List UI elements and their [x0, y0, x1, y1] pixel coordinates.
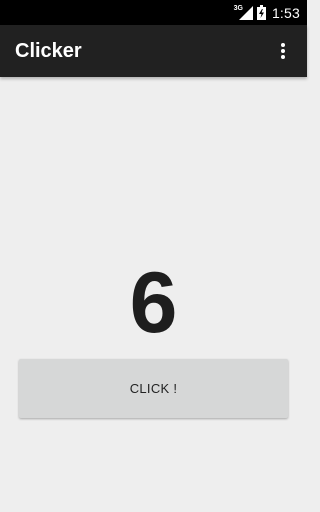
- click-counter: 6: [129, 255, 178, 351]
- clock: 1:53: [271, 4, 300, 21]
- more-vertical-icon: [281, 43, 285, 59]
- overflow-menu-button[interactable]: [267, 35, 299, 67]
- app-bar: Clicker: [0, 25, 307, 77]
- battery-charging-icon: [256, 5, 266, 20]
- click-button[interactable]: CLICK !: [19, 359, 288, 418]
- signal-icon: [238, 5, 253, 20]
- status-bar: 3G 1:53: [0, 0, 307, 25]
- status-icons: 3G 1:53: [234, 0, 300, 25]
- app-title: Clicker: [15, 40, 82, 62]
